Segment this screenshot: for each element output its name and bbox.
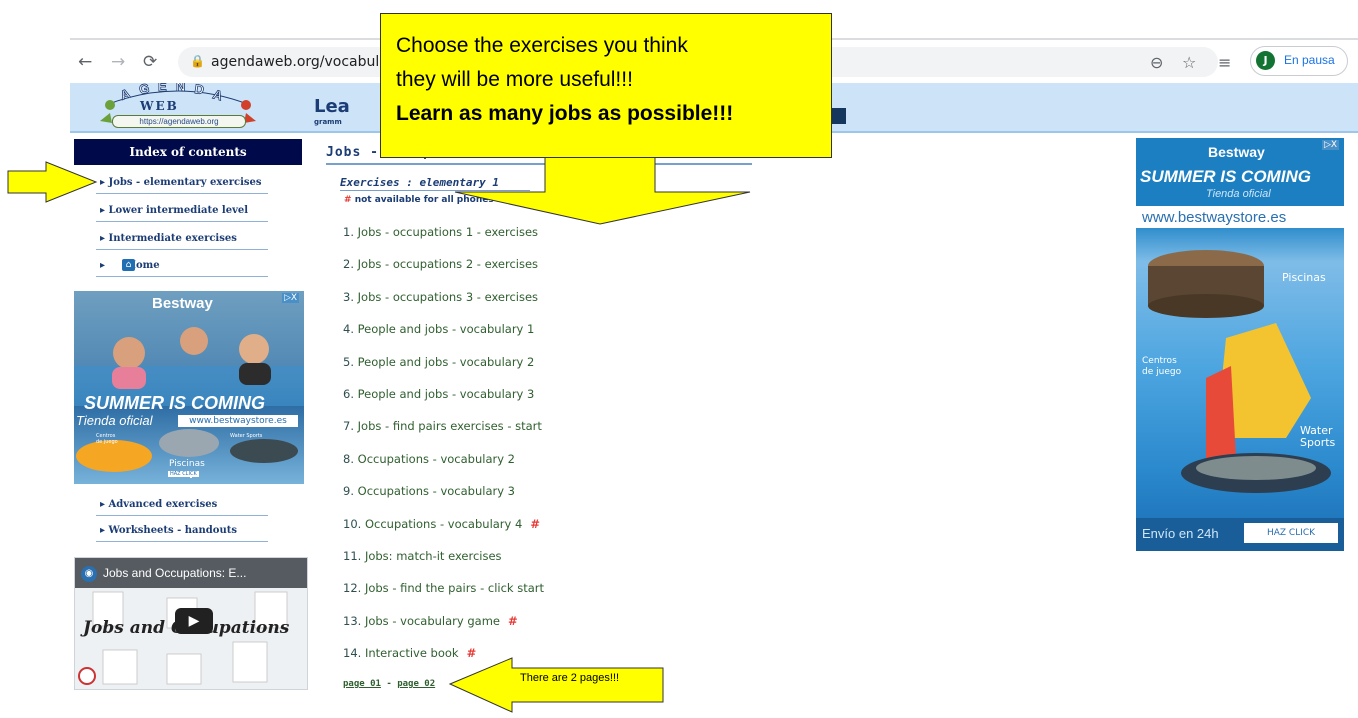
callout-text: they will be more useful!!! [396, 68, 633, 91]
callout-text: Choose the exercises you think [396, 34, 688, 57]
pages-callout-text: There are 2 pages!!! [520, 672, 620, 684]
callout-text-bold: Learn as many jobs as possible!!! [396, 102, 734, 125]
